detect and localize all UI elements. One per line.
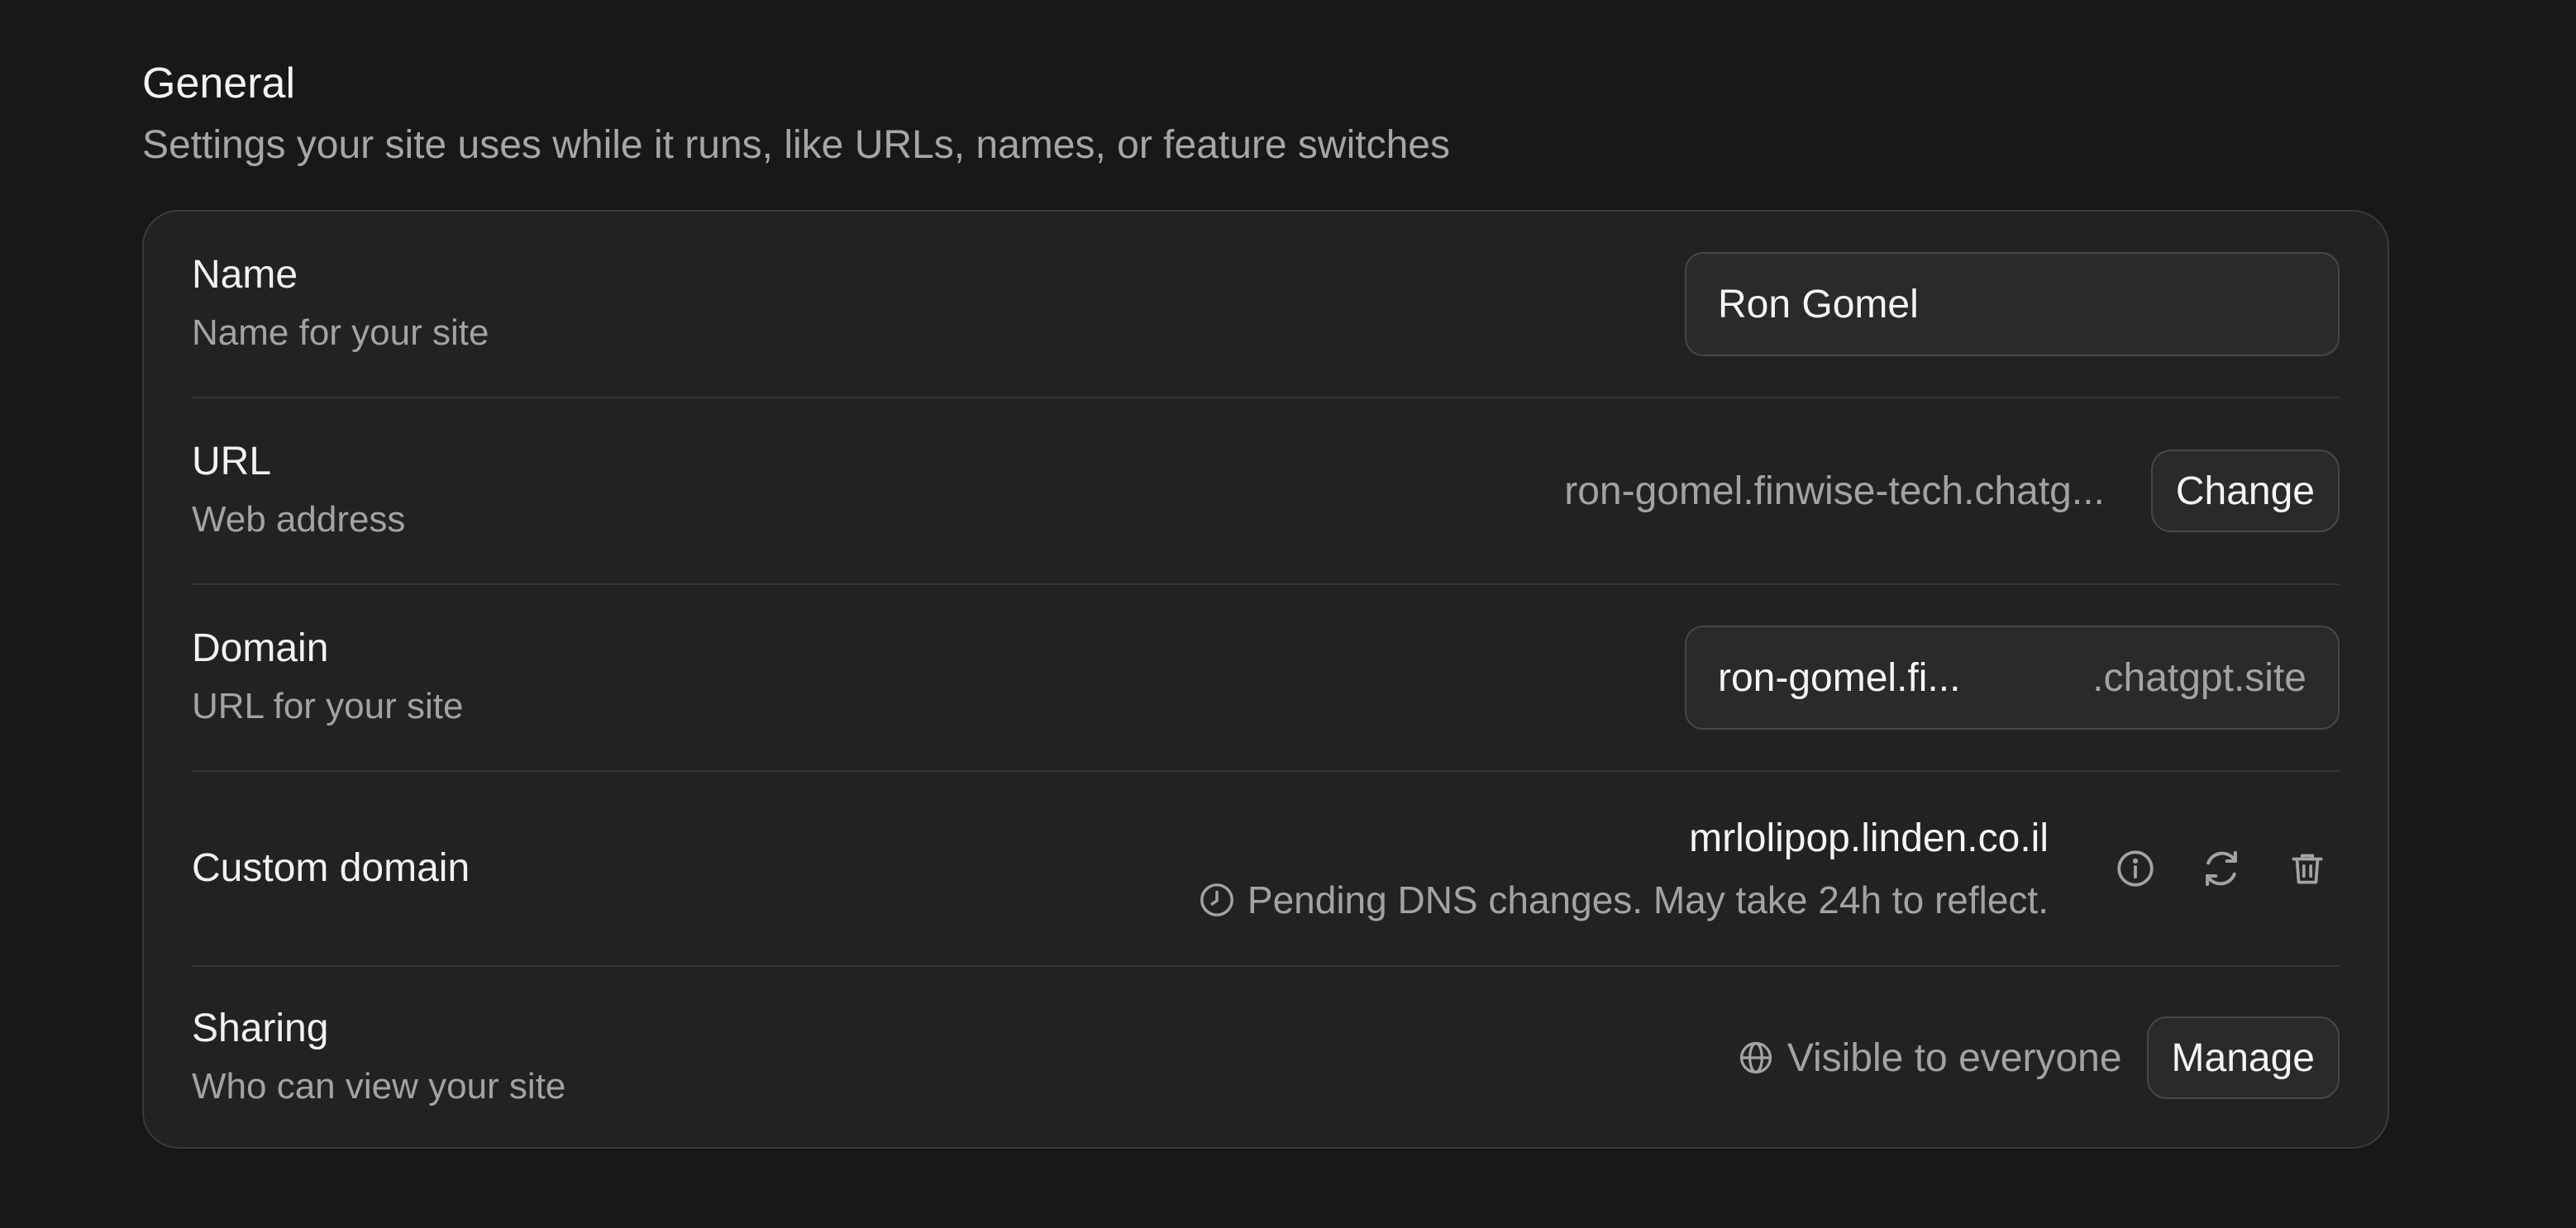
clock-icon — [1200, 883, 1233, 916]
custom-domain-row-controls: mrlolipop.linden.co.il Pending DNS chang… — [1198, 807, 2340, 930]
url-row: URL Web address ron-gomel.finwise-tech.c… — [192, 398, 2340, 585]
domain-row-controls: ron-gomel.fi... .chatgpt.site — [1685, 626, 2340, 730]
name-description: Name for your site — [192, 312, 489, 353]
general-settings-section: General Settings your site uses while it… — [142, 51, 2391, 1149]
info-icon[interactable] — [2103, 836, 2168, 901]
custom-domain-info: mrlolipop.linden.co.il Pending DNS chang… — [1198, 807, 2049, 930]
subdomain-suffix: .chatgpt.site — [2092, 655, 2306, 700]
custom-domain-label: Custom domain — [192, 846, 470, 890]
url-description: Web address — [192, 499, 406, 540]
section-title: General — [142, 59, 295, 107]
name-row: Name Name for your site Ron Gomel — [192, 212, 2340, 398]
pending-dns-status: Pending DNS changes. May take 24h to ref… — [1198, 870, 2049, 930]
trash-icon[interactable] — [2275, 836, 2340, 901]
sharing-description: Who can view your site — [192, 1066, 566, 1107]
refresh-icon[interactable] — [2189, 836, 2254, 901]
url-value: ron-gomel.finwise-tech.chatg... — [1564, 469, 2105, 513]
site-name-input[interactable]: Ron Gomel — [1685, 252, 2340, 356]
domain-row-text: Domain URL for your site — [192, 620, 463, 735]
subdomain-prefix: ron-gomel.fi... — [1718, 655, 1961, 700]
name-label: Name — [192, 253, 298, 297]
sharing-row-controls: Visible to everyone Manage — [1738, 1016, 2340, 1099]
custom-domain-row: Custom domain mrlolipop.linden.co.il Pen… — [192, 772, 2340, 967]
manage-sharing-button[interactable]: Manage — [2146, 1016, 2340, 1099]
url-row-text: URL Web address — [192, 433, 405, 549]
visibility-status: Visible to everyone — [1738, 1035, 2122, 1081]
url-label: URL — [192, 440, 272, 483]
custom-domain-value: mrlolipop.linden.co.il — [1689, 816, 2049, 860]
pending-dns-text: Pending DNS changes. May take 24h to ref… — [1247, 878, 2049, 921]
domain-description: URL for your site — [192, 686, 464, 726]
name-row-text: Name Name for your site — [192, 246, 489, 362]
url-row-controls: ron-gomel.finwise-tech.chatg... Change — [1564, 450, 2340, 532]
domain-label: Domain — [192, 626, 329, 670]
subdomain-input[interactable]: ron-gomel.fi... .chatgpt.site — [1685, 626, 2340, 730]
visibility-text: Visible to everyone — [1787, 1035, 2122, 1080]
name-row-controls: Ron Gomel — [1685, 252, 2340, 356]
section-subtitle: Settings your site uses while it runs, l… — [142, 123, 1450, 167]
sharing-row-text: Sharing Who can view your site — [192, 1000, 565, 1116]
globe-icon — [1739, 1041, 1772, 1074]
custom-domain-row-text: Custom domain — [192, 840, 470, 897]
domain-row: Domain URL for your site ron-gomel.fi...… — [192, 585, 2340, 772]
change-url-button[interactable]: Change — [2150, 450, 2340, 532]
sharing-row: Sharing Who can view your site Visible t… — [192, 967, 2340, 1149]
sharing-label: Sharing — [192, 1007, 329, 1050]
settings-card: Name Name for your site Ron Gomel URL We… — [142, 210, 2389, 1149]
